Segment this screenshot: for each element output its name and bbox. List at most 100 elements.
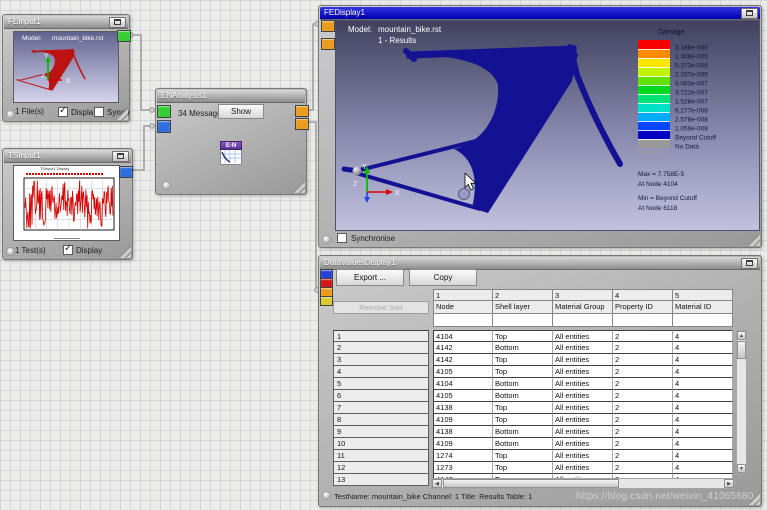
table-cell[interactable]: Top: [493, 450, 553, 462]
vertical-scroll-thumb[interactable]: [737, 341, 746, 359]
column-header[interactable]: Material Group: [553, 301, 613, 314]
table-row[interactable]: 7 4138 Top All entities 2 4: [333, 402, 733, 414]
table-row[interactable]: 10 4109 Bottom All entities 2 4: [333, 438, 733, 450]
table-cell[interactable]: 4138: [433, 402, 493, 414]
table-cell[interactable]: All entities: [553, 414, 613, 426]
filter-cell[interactable]: [613, 314, 673, 327]
table-cell[interactable]: All entities: [553, 426, 613, 438]
table-row[interactable]: 3 4142 Top All entities 2 4: [333, 354, 733, 366]
table-cell[interactable]: 2: [613, 390, 673, 402]
scroll-up-arrow[interactable]: ▲: [737, 331, 746, 340]
table-row[interactable]: 1 4104 Top All entities 2 4: [333, 330, 733, 342]
scroll-left-arrow[interactable]: ◀: [432, 479, 442, 488]
table-cell[interactable]: Top: [493, 414, 553, 426]
table-cell[interactable]: Bottom: [493, 438, 553, 450]
table-cell[interactable]: 2: [613, 330, 673, 342]
column-header[interactable]: Material ID: [673, 301, 733, 314]
row-header[interactable]: 8: [333, 414, 429, 426]
data-output-port[interactable]: [295, 118, 309, 130]
table-row[interactable]: 12 1273 Top All entities 2 4: [333, 462, 733, 474]
table-cell[interactable]: All entities: [553, 450, 613, 462]
fe-3d-viewport[interactable]: Model: mountain_bike.rst 1 - Results Dam…: [335, 20, 760, 231]
feinput-output-port[interactable]: [117, 30, 131, 42]
row-header[interactable]: 6: [333, 390, 429, 402]
table-cell[interactable]: All entities: [553, 354, 613, 366]
scroll-right-arrow[interactable]: ▶: [724, 479, 734, 488]
table-cell[interactable]: Top: [493, 354, 553, 366]
filter-cell[interactable]: [493, 314, 553, 327]
fedisplay-titlebar[interactable]: FEDisplay1: [320, 7, 760, 20]
table-cell[interactable]: 2: [613, 426, 673, 438]
filter-cell[interactable]: [433, 314, 493, 327]
window-restore-button[interactable]: [112, 151, 129, 162]
horizontal-scroll-thumb[interactable]: [443, 479, 619, 488]
column-number[interactable]: 5: [673, 289, 733, 301]
table-cell[interactable]: Top: [493, 366, 553, 378]
row-header[interactable]: 2: [333, 342, 429, 354]
table-cell[interactable]: 2: [613, 462, 673, 474]
table-cell[interactable]: 2: [613, 450, 673, 462]
filter-cell[interactable]: [673, 314, 733, 327]
row-header[interactable]: 1: [333, 330, 429, 342]
table-cell[interactable]: 4105: [433, 390, 493, 402]
table-cell[interactable]: 4138: [433, 426, 493, 438]
column-header[interactable]: Shell layer: [493, 301, 553, 314]
scroll-down-arrow[interactable]: ▼: [737, 464, 746, 473]
table-cell[interactable]: 1274: [433, 450, 493, 462]
table-cell[interactable]: 4: [673, 414, 733, 426]
table-cell[interactable]: 4142: [433, 342, 493, 354]
synch-checkbox[interactable]: [94, 107, 104, 117]
table-cell[interactable]: All entities: [553, 342, 613, 354]
table-cell[interactable]: 4: [673, 390, 733, 402]
table-cell[interactable]: 4109: [433, 438, 493, 450]
show-messages-button[interactable]: Show: [218, 104, 264, 119]
copy-button[interactable]: Copy: [409, 269, 477, 286]
column-number[interactable]: 4: [613, 289, 673, 301]
table-cell[interactable]: All entities: [553, 330, 613, 342]
display-checkbox[interactable]: [63, 243, 73, 255]
fe-results-output-port[interactable]: [295, 105, 309, 117]
table-cell[interactable]: 4109: [433, 414, 493, 426]
table-cell[interactable]: 2: [613, 438, 673, 450]
row-header[interactable]: 9: [333, 426, 429, 438]
table-cell[interactable]: All entities: [553, 366, 613, 378]
synchronise-checkbox[interactable]: [337, 233, 347, 243]
row-header[interactable]: 10: [333, 438, 429, 450]
column-number[interactable]: 1: [433, 289, 493, 301]
row-header[interactable]: 13: [333, 474, 429, 486]
row-header[interactable]: 4: [333, 366, 429, 378]
remove-sort-button[interactable]: Remove Sort: [333, 301, 429, 314]
table-cell[interactable]: 2: [613, 354, 673, 366]
table-cell[interactable]: All entities: [553, 462, 613, 474]
column-header[interactable]: Node: [433, 301, 493, 314]
table-cell[interactable]: 4: [673, 462, 733, 474]
column-header[interactable]: Property ID: [613, 301, 673, 314]
table-cell[interactable]: 4: [673, 438, 733, 450]
table-cell[interactable]: 2: [613, 342, 673, 354]
table-cell[interactable]: Top: [493, 402, 553, 414]
table-cell[interactable]: 2: [613, 378, 673, 390]
window-restore-button[interactable]: [741, 258, 758, 269]
table-cell[interactable]: 4: [673, 450, 733, 462]
tsinput-plot-preview[interactable]: TSInput1 Display: [13, 165, 120, 241]
fe-input-port[interactable]: [157, 105, 171, 118]
enanalysis-titlebar[interactable]: ENAnalysis1: [157, 90, 305, 103]
window-restore-button[interactable]: [741, 8, 758, 19]
row-header[interactable]: 11: [333, 450, 429, 462]
table-cell[interactable]: Bottom: [493, 426, 553, 438]
table-cell[interactable]: 4: [673, 342, 733, 354]
table-cell[interactable]: 2: [613, 366, 673, 378]
table-cell[interactable]: 2: [613, 414, 673, 426]
table-cell[interactable]: 1273: [433, 462, 493, 474]
table-cell[interactable]: Top: [493, 462, 553, 474]
table-cell[interactable]: Bottom: [493, 378, 553, 390]
table-cell[interactable]: 4: [673, 402, 733, 414]
window-restore-button[interactable]: [109, 17, 126, 28]
table-cell[interactable]: All entities: [553, 438, 613, 450]
table-row[interactable]: 2 4142 Bottom All entities 2 4: [333, 342, 733, 354]
table-cell[interactable]: 2: [613, 402, 673, 414]
table-row[interactable]: 6 4105 Bottom All entities 2 4: [333, 390, 733, 402]
vertical-scrollbar[interactable]: ▲ ▼: [736, 330, 747, 474]
secondary-input-port[interactable]: [321, 38, 335, 50]
table-cell[interactable]: 4104: [433, 378, 493, 390]
